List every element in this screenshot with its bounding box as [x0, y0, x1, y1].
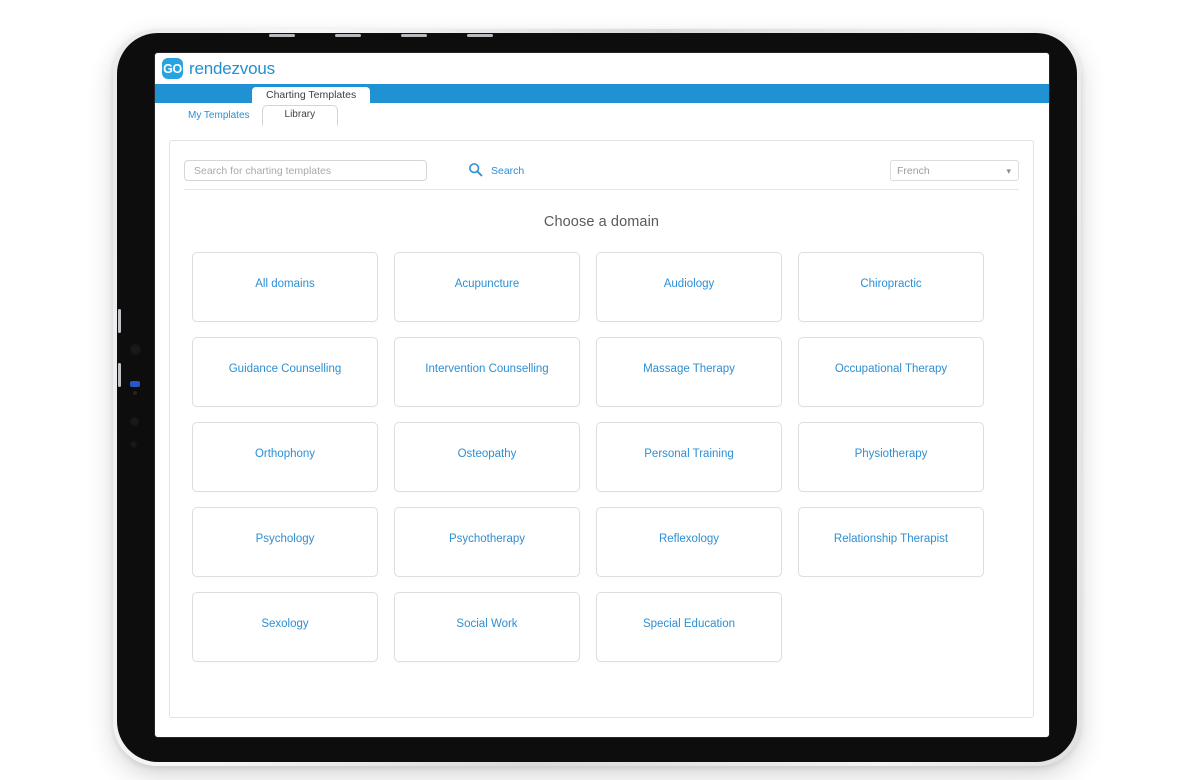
- tab-my-templates[interactable]: My Templates: [176, 108, 262, 125]
- domain-grid: All domains Acupuncture Audiology Chirop…: [192, 252, 1033, 662]
- device-side-slot: [118, 363, 121, 387]
- tablet-device-frame: GO rendezvous Charting Templates My Temp…: [113, 29, 1081, 766]
- domain-card[interactable]: Massage Therapy: [596, 337, 782, 407]
- domain-card[interactable]: Audiology: [596, 252, 782, 322]
- secondary-tab-bar: My Templates Library: [155, 103, 1049, 126]
- domain-card[interactable]: Intervention Counselling: [394, 337, 580, 407]
- domain-card[interactable]: Relationship Therapist: [798, 507, 984, 577]
- search-icon: [468, 162, 483, 180]
- device-microphone-hole: [129, 440, 138, 449]
- device-speaker-hole: [129, 416, 140, 427]
- device-antenna-slot: [401, 34, 427, 37]
- device-camera-lens: [129, 343, 142, 356]
- domain-card[interactable]: Sexology: [192, 592, 378, 662]
- device-side-slot: [118, 309, 121, 333]
- device-sensor-dot: [133, 391, 137, 395]
- domain-card[interactable]: Occupational Therapy: [798, 337, 984, 407]
- device-antenna-slot: [269, 34, 295, 37]
- search-button-label: Search: [491, 164, 525, 177]
- domain-card[interactable]: Acupuncture: [394, 252, 580, 322]
- device-antenna-slot: [335, 34, 361, 37]
- domain-card[interactable]: Psychology: [192, 507, 378, 577]
- gorendezvous-logo-icon: GO: [162, 58, 183, 79]
- screenshot-stage: GO rendezvous Charting Templates My Temp…: [0, 0, 1200, 780]
- device-status-led: [130, 381, 140, 387]
- search-toolbar: Search French English ▾: [170, 141, 1033, 189]
- search-button[interactable]: Search: [468, 162, 524, 180]
- tab-library[interactable]: Library: [261, 105, 339, 126]
- content-panel: Search French English ▾ Choo: [169, 140, 1034, 718]
- domain-card[interactable]: Psychotherapy: [394, 507, 580, 577]
- brand-header: GO rendezvous: [155, 53, 1049, 84]
- primary-tab-bar: Charting Templates: [155, 84, 1049, 103]
- language-select[interactable]: French English: [890, 160, 1019, 181]
- domain-card[interactable]: Guidance Counselling: [192, 337, 378, 407]
- domain-card[interactable]: Reflexology: [596, 507, 782, 577]
- domain-card[interactable]: Physiotherapy: [798, 422, 984, 492]
- search-input[interactable]: [184, 160, 427, 181]
- device-antenna-slot: [467, 34, 493, 37]
- application-window: GO rendezvous Charting Templates My Temp…: [155, 53, 1049, 737]
- domain-card[interactable]: Personal Training: [596, 422, 782, 492]
- toolbar-divider: [184, 189, 1019, 190]
- language-selector-wrapper: French English ▾: [890, 160, 1019, 181]
- tab-charting-templates[interactable]: Charting Templates: [252, 87, 371, 103]
- tablet-screen: GO rendezvous Charting Templates My Temp…: [155, 53, 1049, 737]
- domain-card[interactable]: Special Education: [596, 592, 782, 662]
- brand-name: rendezvous: [189, 58, 275, 78]
- domain-card[interactable]: Chiropractic: [798, 252, 984, 322]
- domain-card[interactable]: Social Work: [394, 592, 580, 662]
- domain-card[interactable]: All domains: [192, 252, 378, 322]
- domain-card[interactable]: Osteopathy: [394, 422, 580, 492]
- domain-card[interactable]: Orthophony: [192, 422, 378, 492]
- tablet-bezel: GO rendezvous Charting Templates My Temp…: [117, 33, 1077, 762]
- page-title: Choose a domain: [543, 214, 660, 230]
